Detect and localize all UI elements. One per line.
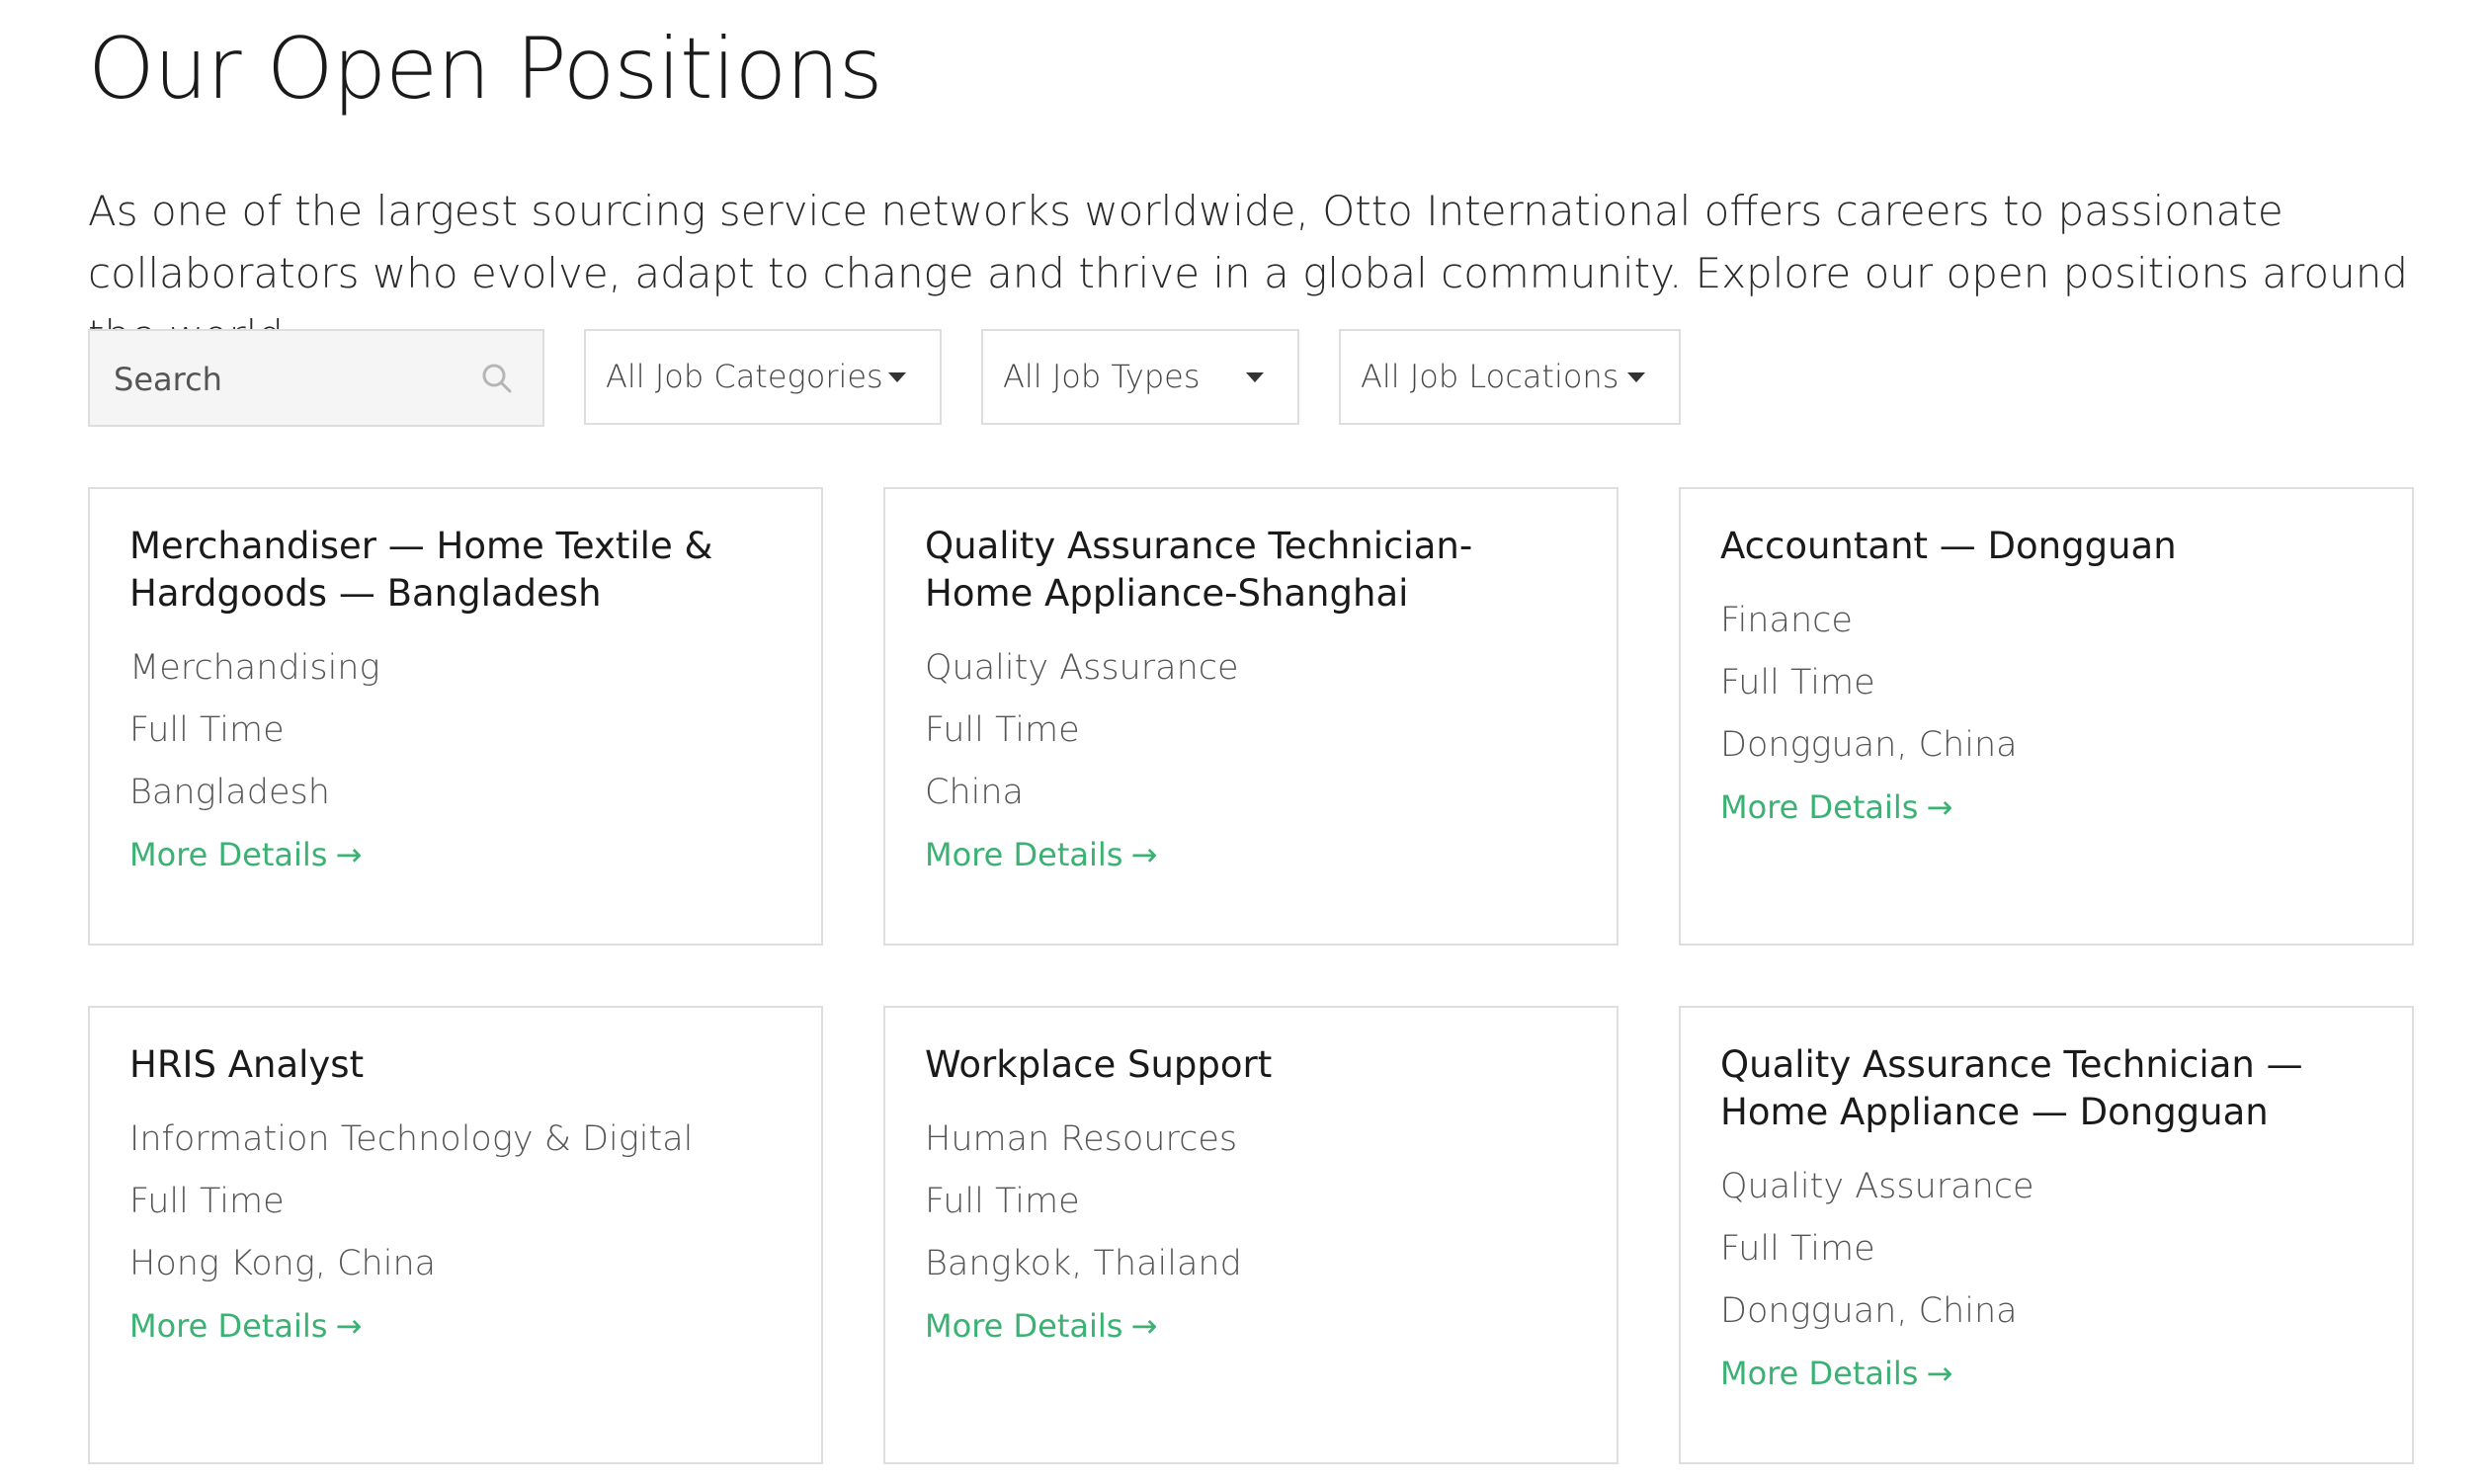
- job-category: Quality Assurance: [1720, 1167, 2034, 1206]
- caret-down-icon: [1627, 372, 1645, 382]
- arrow-right-icon: →: [335, 1307, 363, 1345]
- job-category: Finance: [1720, 601, 1853, 640]
- job-type: Full Time: [129, 1182, 285, 1221]
- job-types-select[interactable]: All Job Types: [981, 329, 1299, 425]
- job-card: Quality Assurance Technician- Home Appli…: [883, 487, 1618, 946]
- job-category: Human Resources: [925, 1119, 1238, 1159]
- search-input[interactable]: [112, 331, 471, 427]
- arrow-right-icon: →: [1130, 1307, 1158, 1345]
- job-location: Hong Kong, China: [129, 1244, 437, 1283]
- more-details-link[interactable]: More Details →: [1720, 783, 1952, 832]
- caret-down-icon: [888, 372, 906, 382]
- more-details-link[interactable]: More Details →: [129, 1301, 362, 1351]
- job-location: China: [925, 773, 1024, 812]
- job-category: Information Technology & Digital: [129, 1119, 694, 1159]
- job-location: Bangladesh: [129, 773, 330, 812]
- more-details-label: More Details: [129, 1307, 328, 1345]
- search-icon[interactable]: [481, 363, 513, 394]
- search-box[interactable]: [88, 329, 544, 427]
- job-location: Dongguan, China: [1720, 1291, 2018, 1331]
- job-card: Workplace Support Human Resources Full T…: [883, 1006, 1618, 1464]
- more-details-label: More Details: [1720, 788, 1919, 826]
- arrow-right-icon: →: [1130, 836, 1158, 873]
- job-categories-select[interactable]: All Job Categories: [584, 329, 942, 425]
- job-title: Merchandiser — Home Textile & Hardgoods …: [129, 525, 713, 615]
- arrow-right-icon: →: [1926, 788, 1953, 826]
- more-details-label: More Details: [925, 836, 1123, 873]
- job-locations-select[interactable]: All Job Locations: [1339, 329, 1681, 425]
- job-card: Merchandiser — Home Textile & Hardgoods …: [88, 487, 823, 946]
- job-type: Full Time: [1720, 1229, 1875, 1269]
- job-type: Full Time: [925, 710, 1080, 750]
- job-card: HRIS Analyst Information Technology & Di…: [88, 1006, 823, 1464]
- arrow-right-icon: →: [335, 836, 363, 873]
- job-title: Quality Assurance Technician- Home Appli…: [925, 525, 1473, 615]
- more-details-label: More Details: [1720, 1355, 1919, 1392]
- job-category: Quality Assurance: [925, 648, 1239, 688]
- page-title: Our Open Positions: [88, 20, 883, 119]
- more-details-link[interactable]: More Details →: [129, 830, 362, 879]
- job-card: Accountant — Dongguan Finance Full Time …: [1679, 487, 2414, 946]
- caret-down-icon: [1246, 372, 1264, 382]
- job-type: Full Time: [129, 710, 285, 750]
- job-locations-label: All Job Locations: [1361, 358, 1619, 395]
- job-title: HRIS Analyst: [129, 1043, 365, 1086]
- arrow-right-icon: →: [1926, 1355, 1953, 1392]
- job-category: Merchandising: [129, 648, 380, 688]
- more-details-label: More Details: [925, 1307, 1123, 1345]
- job-location: Bangkok, Thailand: [925, 1244, 1242, 1283]
- job-title: Quality Assurance Technician — Home Appl…: [1720, 1043, 2303, 1133]
- job-type: Full Time: [1720, 663, 1875, 702]
- job-type: Full Time: [925, 1182, 1080, 1221]
- job-types-label: All Job Types: [1003, 358, 1201, 395]
- job-categories-label: All Job Categories: [606, 358, 883, 395]
- job-card: Quality Assurance Technician — Home Appl…: [1679, 1006, 2414, 1464]
- more-details-link[interactable]: More Details →: [925, 830, 1157, 879]
- more-details-label: More Details: [129, 836, 328, 873]
- job-location: Dongguan, China: [1720, 725, 2018, 765]
- more-details-link[interactable]: More Details →: [925, 1301, 1157, 1351]
- more-details-link[interactable]: More Details →: [1720, 1349, 1952, 1398]
- job-title: Workplace Support: [925, 1043, 1273, 1086]
- job-title: Accountant — Dongguan: [1720, 525, 2177, 567]
